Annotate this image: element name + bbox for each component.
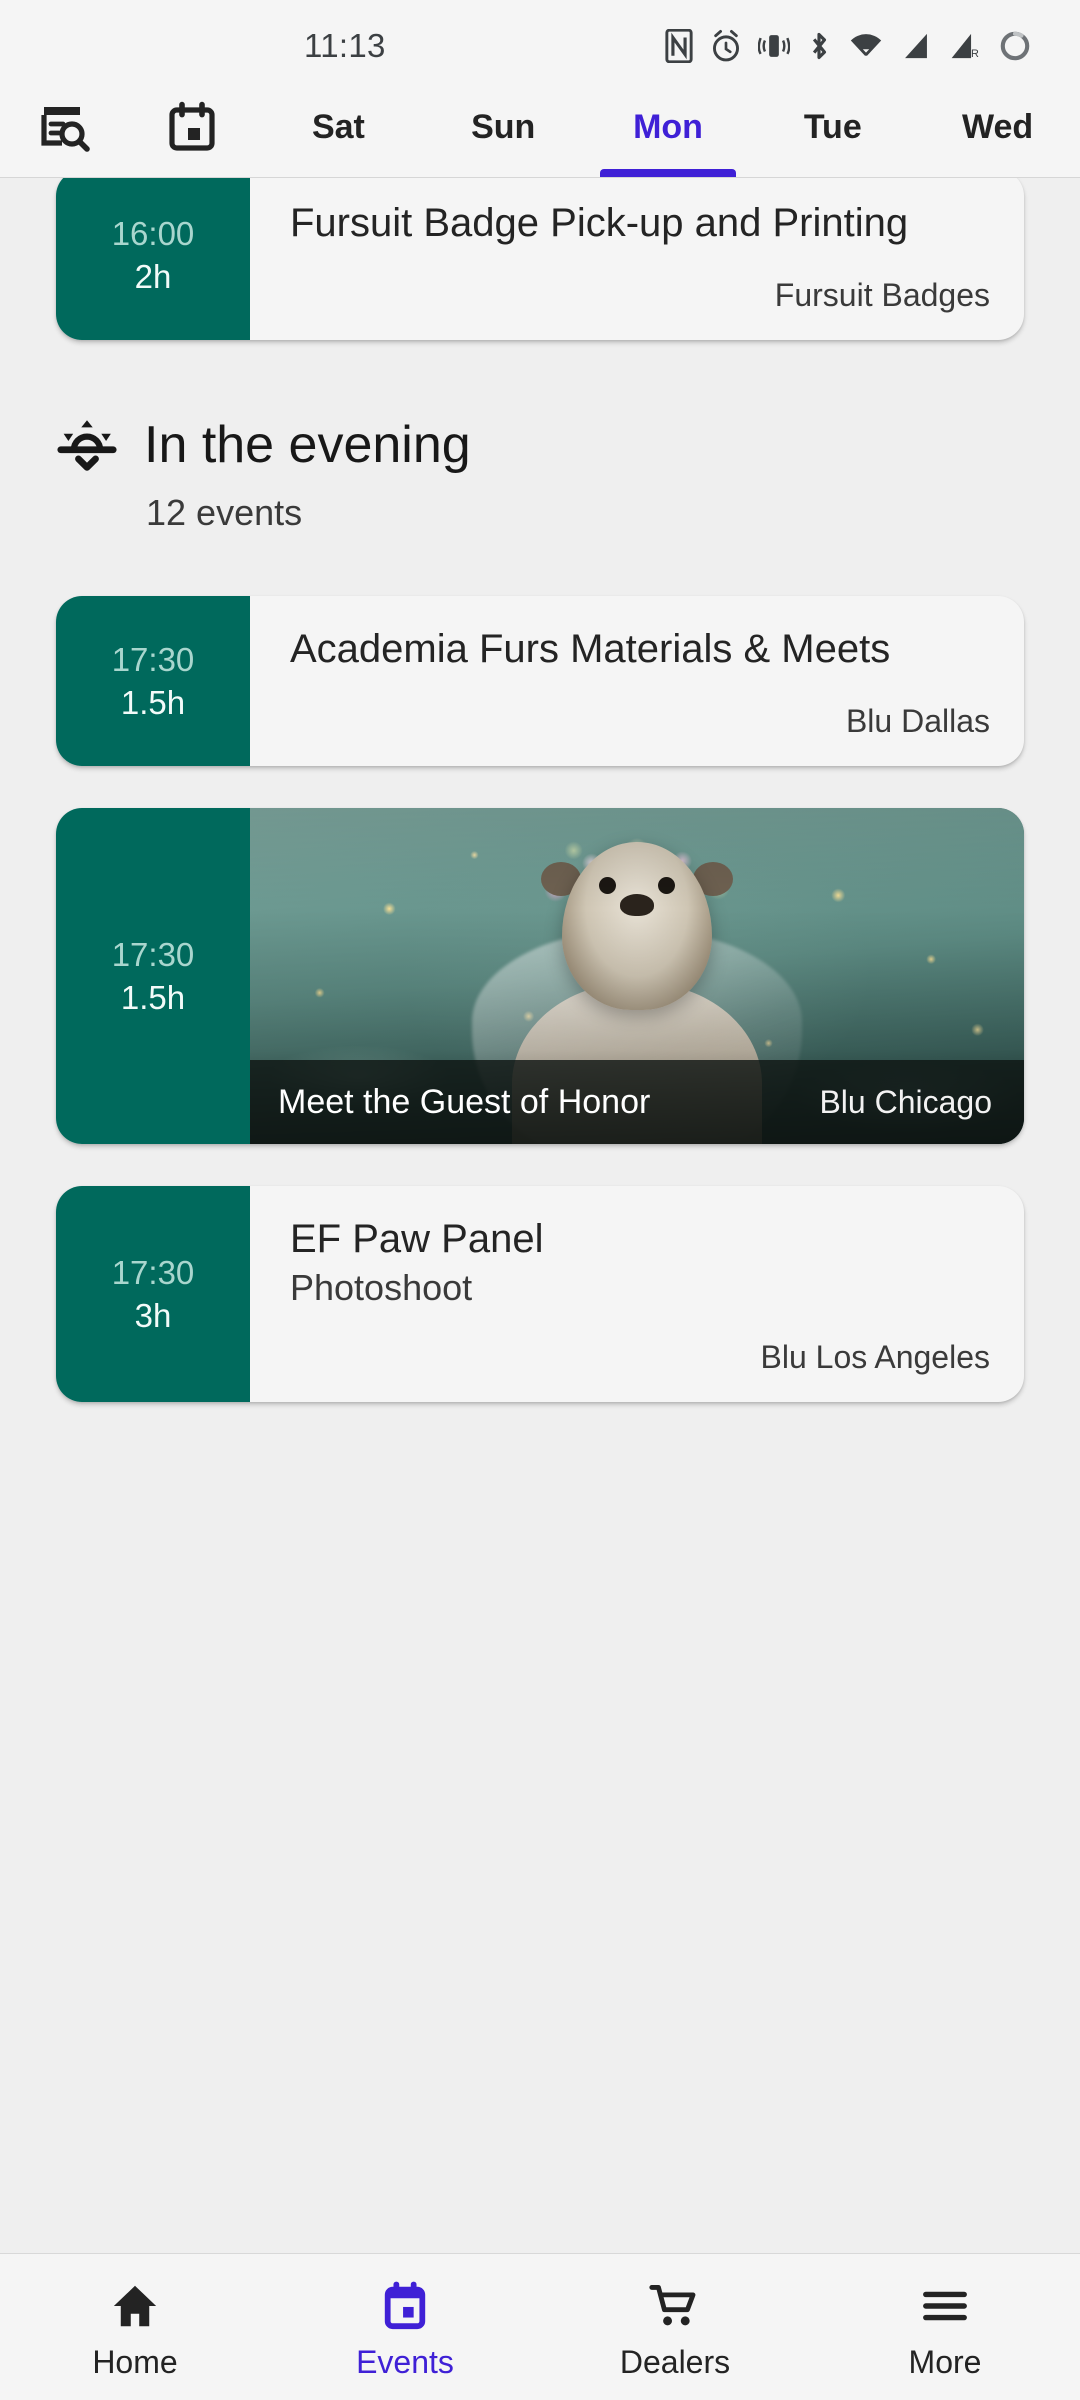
sunset-icon [56,414,118,476]
event-time-block: 17:30 3h [56,1186,250,1402]
event-card[interactable]: 17:30 1.5h Meet the Guest of Honor Blu C… [56,808,1024,1145]
tab-sat[interactable]: Sat [256,91,421,177]
event-body: Academia Furs Materials & Meets Blu Dall… [250,596,1024,766]
signal-icon [900,29,932,63]
tab-sun[interactable]: Sun [421,91,586,177]
event-card[interactable]: 17:30 3h EF Paw Panel Photoshoot Blu Los… [56,1186,1024,1402]
calendar-icon [380,2280,430,2332]
event-duration: 2h [134,258,172,296]
nav-label: Dealers [619,2344,731,2380]
event-time-block: 17:30 1.5h [56,596,250,767]
event-body: Fursuit Badge Pick-up and Printing Fursu… [250,178,1024,340]
event-time-block: 16:00 2h [56,178,250,341]
bottom-navigation: Home Events Dealers More [0,2253,1080,2400]
event-title: Fursuit Badge Pick-up and Printing [290,201,909,245]
day-tab-bar: Sat Sun Mon Tue Wed [0,92,1080,178]
section-event-count: 12 events [146,492,303,534]
event-card[interactable]: 17:30 1.5h Academia Furs Materials & Mee… [56,596,1024,767]
event-location: Blu Chicago [819,1083,992,1120]
bluetooth-icon [806,29,832,63]
event-duration: 3h [134,1297,172,1335]
event-subtitle: Photoshoot [290,1266,473,1308]
tab-wed[interactable]: Wed [915,91,1080,177]
status-clock: 11:13 [304,27,386,64]
svg-text:R: R [971,48,979,60]
event-duration: 1.5h [120,684,186,722]
signal-roaming-icon: R [948,29,982,63]
events-scroll-area[interactable]: 16:00 2h Fursuit Badge Pick-up and Print… [0,178,1080,2253]
nav-item-dealers[interactable]: Dealers [540,2280,810,2381]
alarm-icon [710,29,742,63]
nav-item-events[interactable]: Events [270,2280,540,2381]
event-start-time: 16:00 [111,214,195,252]
nav-item-home[interactable]: Home [0,2280,270,2381]
nav-label: More [908,2344,982,2380]
event-start-time: 17:30 [111,1253,195,1291]
event-caption-bar: Meet the Guest of Honor Blu Chicago [250,1060,1024,1145]
status-bar: 11:13 R [0,0,1080,92]
event-location: Blu Los Angeles [760,1338,991,1375]
status-icon-tray: R [664,28,1032,64]
event-location: Fursuit Badges [774,277,990,314]
section-title: In the evening [144,415,471,474]
section-evening: In the evening 12 events [0,340,1080,534]
wifi-icon [848,29,884,63]
nfc-icon [664,29,694,63]
menu-icon [920,2280,970,2332]
event-body: Meet the Guest of Honor Blu Chicago [250,808,1024,1145]
battery-circle-icon [998,28,1032,64]
event-title: Academia Furs Materials & Meets [290,627,891,672]
event-duration: 1.5h [120,979,186,1017]
vibrate-icon [758,29,790,63]
section-header: In the evening [56,414,1024,476]
event-location: Blu Dallas [845,703,990,740]
event-start-time: 17:30 [111,640,195,678]
search-events-icon[interactable] [0,91,128,177]
event-card[interactable]: 16:00 2h Fursuit Badge Pick-up and Print… [56,178,1024,341]
nav-label: Home [92,2344,178,2380]
home-icon [110,2280,160,2332]
event-start-time: 17:30 [111,935,195,973]
event-title: EF Paw Panel [290,1217,544,1262]
nav-item-more[interactable]: More [810,2280,1080,2381]
nav-label: Events [356,2344,454,2380]
tab-tue[interactable]: Tue [750,91,915,177]
event-body: EF Paw Panel Photoshoot Blu Los Angeles [250,1186,1024,1401]
event-time-block: 17:30 1.5h [56,808,250,1145]
event-title: Meet the Guest of Honor [278,1082,651,1121]
tab-mon[interactable]: Mon [586,91,751,177]
calendar-today-icon[interactable] [128,91,256,177]
cart-icon [649,2280,701,2332]
